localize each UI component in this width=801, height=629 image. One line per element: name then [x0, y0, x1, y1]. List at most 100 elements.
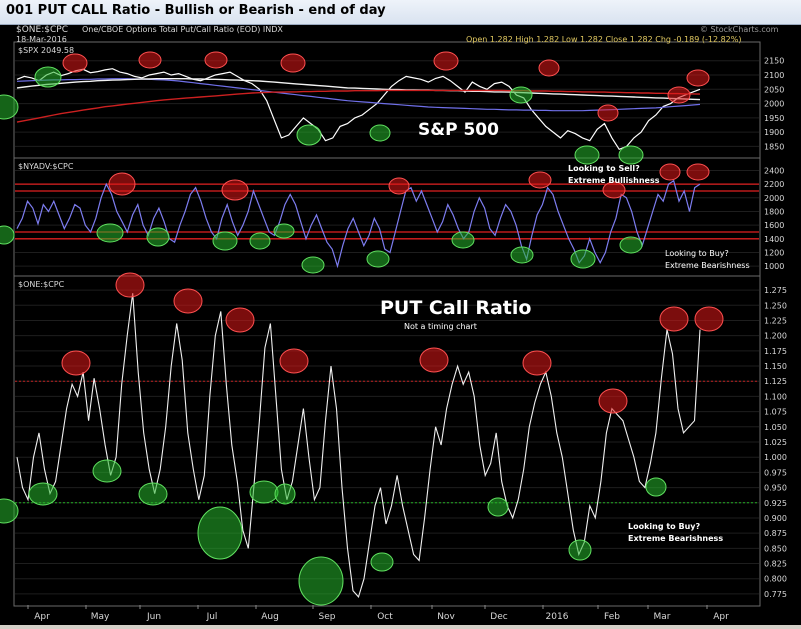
- extreme-low-marker: [273, 223, 295, 239]
- sell-annotation-line2: Extreme Bullishness: [568, 176, 660, 185]
- extreme-high-marker: [686, 163, 710, 181]
- sp500-annotation: S&P 500: [418, 120, 499, 140]
- x-tick-label: Feb: [604, 612, 620, 622]
- extreme-low-marker: [510, 246, 534, 264]
- y-tick-label: 0.775: [764, 590, 787, 599]
- putcall-annotation: PUT Call Ratio: [380, 297, 531, 319]
- y-tick-label: 1000: [764, 262, 784, 271]
- extreme-high-marker: [694, 306, 724, 332]
- y-tick-label: 2200: [764, 180, 784, 189]
- extreme-low-marker: [138, 482, 168, 506]
- extreme-low-marker: [366, 250, 390, 268]
- extreme-low-marker: [96, 223, 124, 243]
- not-timing-annotation: Not a timing chart: [404, 322, 477, 331]
- y-tick-label: 1850: [764, 142, 784, 151]
- y-tick-label: 1.250: [764, 301, 787, 310]
- x-tick-label: Apr: [713, 612, 729, 622]
- extreme-low-marker: [574, 145, 600, 165]
- price-panel-frame: [13, 41, 761, 159]
- extreme-high-marker: [667, 86, 691, 104]
- window-title: 001 PUT CALL Ratio - Bullish or Bearish …: [6, 3, 386, 18]
- x-tick-label: May: [91, 612, 110, 622]
- marker-layer: [0, 51, 724, 606]
- extreme-high-marker: [522, 350, 552, 376]
- extreme-low-marker: [92, 459, 122, 483]
- extreme-high-marker: [598, 388, 628, 414]
- extreme-high-marker: [280, 53, 306, 73]
- extreme-high-marker: [433, 51, 459, 71]
- extreme-high-marker: [686, 69, 710, 87]
- series-line-3-1: [16, 293, 701, 598]
- extreme-high-marker: [61, 350, 91, 376]
- extreme-high-marker: [388, 177, 410, 195]
- watermark: © StockCharts.com: [700, 25, 779, 34]
- y-tick-label: 0.925: [764, 499, 787, 508]
- series-line-1-1: [16, 68, 701, 151]
- y-tick-label: 1950: [764, 114, 784, 123]
- extreme-low-marker: [274, 483, 296, 505]
- series-line-1-2: [16, 78, 701, 112]
- y-tick-label: 2400: [764, 166, 784, 175]
- y-tick-label: 2100: [764, 71, 784, 80]
- extreme-low-marker: [28, 482, 58, 506]
- y-tick-label: 2050: [764, 85, 784, 94]
- extreme-low-marker: [645, 477, 667, 497]
- y-tick-label: 1.025: [764, 438, 787, 447]
- symbol-description: One/CBOE Options Total Put/Call Ratio (E…: [82, 25, 283, 34]
- y-tick-label: 0.825: [764, 560, 787, 569]
- extreme-low-marker: [146, 227, 170, 247]
- y-tick-label: 1.225: [764, 316, 787, 325]
- y-tick-label: 1.075: [764, 408, 787, 417]
- breadth-title: $NYADV:$CPC: [18, 162, 74, 171]
- y-tick-label: 1.050: [764, 423, 787, 432]
- spx-label: $SPX 2049.58: [18, 46, 74, 55]
- extreme-high-marker: [419, 347, 449, 373]
- extreme-high-marker: [538, 59, 560, 77]
- extreme-low-marker: [369, 124, 391, 142]
- extreme-high-marker: [173, 288, 203, 314]
- x-tick-label: Oct: [377, 612, 393, 622]
- buy-annotation-low-line2: Extreme Bearishness: [628, 534, 723, 543]
- y-tick-label: 1.150: [764, 362, 787, 371]
- x-tick-label: Aug: [261, 612, 279, 622]
- y-tick-label: 1.200: [764, 332, 787, 341]
- x-tick-label: Dec: [490, 612, 507, 622]
- y-tick-label: 1.125: [764, 377, 787, 386]
- y-tick-label: 2150: [764, 57, 784, 66]
- y-tick-label: 2000: [764, 194, 784, 203]
- extreme-high-marker: [108, 172, 136, 196]
- chart-date: 18-Mar-2016: [16, 35, 67, 44]
- stockchart-canvas: $ONE:$CPC One/CBOE Options Total Put/Cal…: [0, 25, 801, 625]
- extreme-low-marker: [0, 94, 19, 120]
- x-tick-label: Apr: [34, 612, 50, 622]
- extreme-high-marker: [528, 171, 552, 189]
- y-tick-label: 0.975: [764, 468, 787, 477]
- extreme-low-marker: [298, 556, 344, 606]
- extreme-low-marker: [568, 539, 592, 561]
- y-tick-label: 0.950: [764, 484, 787, 493]
- extreme-low-marker: [487, 497, 509, 517]
- ratio-title: $ONE:$CPC: [18, 280, 65, 289]
- y-tick-label: 1.175: [764, 347, 787, 356]
- extreme-low-marker: [0, 225, 15, 245]
- extreme-high-marker: [138, 51, 162, 69]
- x-tick-label: Mar: [654, 612, 671, 622]
- y-tick-label: 1.100: [764, 392, 787, 401]
- extreme-high-marker: [659, 163, 681, 181]
- extreme-low-marker: [249, 232, 271, 250]
- extreme-high-marker: [279, 348, 309, 374]
- extreme-high-marker: [225, 307, 255, 333]
- ohlc-readout: Open 1.282 High 1.282 Low 1.282 Close 1.…: [466, 35, 742, 44]
- chart-svg: $ONE:$CPC One/CBOE Options Total Put/Cal…: [0, 25, 787, 622]
- y-tick-label: 1800: [764, 207, 784, 216]
- y-tick-label: 0.875: [764, 529, 787, 538]
- y-tick-label: 1400: [764, 235, 784, 244]
- extreme-low-marker: [197, 506, 243, 560]
- buy-annotation-mid-line1: Looking to Buy?: [665, 249, 729, 258]
- extreme-high-marker: [221, 179, 249, 201]
- y-tick-label: 1900: [764, 128, 784, 137]
- extreme-high-marker: [204, 51, 228, 69]
- extreme-low-marker: [618, 145, 644, 165]
- window-title-bar: 001 PUT CALL Ratio - Bullish or Bearish …: [0, 0, 801, 25]
- extreme-low-marker: [249, 480, 279, 504]
